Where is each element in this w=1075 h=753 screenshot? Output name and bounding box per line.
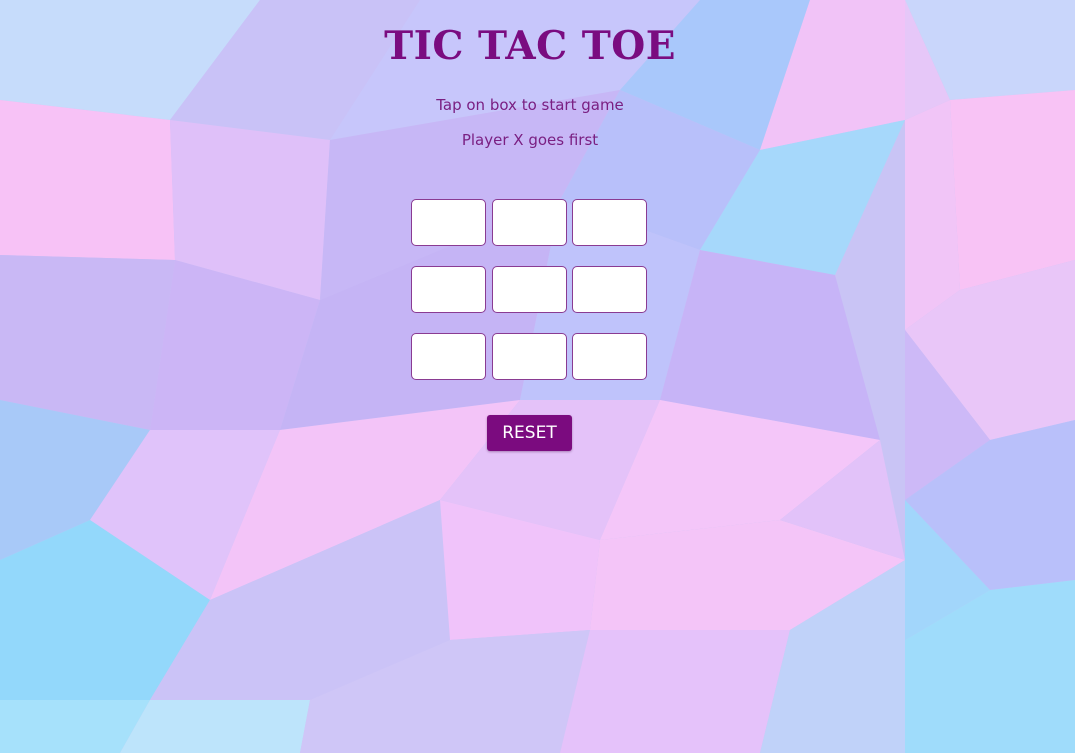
board-cell[interactable] xyxy=(411,333,486,380)
board-cell[interactable] xyxy=(572,266,647,313)
board-cell[interactable] xyxy=(492,333,567,380)
instruction-text: Tap on box to start game xyxy=(436,96,624,114)
game-container: TIC TAC TOE Tap on box to start game Pla… xyxy=(0,0,1075,753)
reset-button[interactable]: RESET xyxy=(487,415,572,451)
board-cell[interactable] xyxy=(411,266,486,313)
board-cell[interactable] xyxy=(492,199,567,246)
board-cell[interactable] xyxy=(411,199,486,246)
board-cell[interactable] xyxy=(572,333,647,380)
board-cell[interactable] xyxy=(572,199,647,246)
game-board xyxy=(411,199,649,382)
board-cell[interactable] xyxy=(492,266,567,313)
game-title: TIC TAC TOE xyxy=(384,23,676,69)
turn-message: Player X goes first xyxy=(461,131,599,149)
